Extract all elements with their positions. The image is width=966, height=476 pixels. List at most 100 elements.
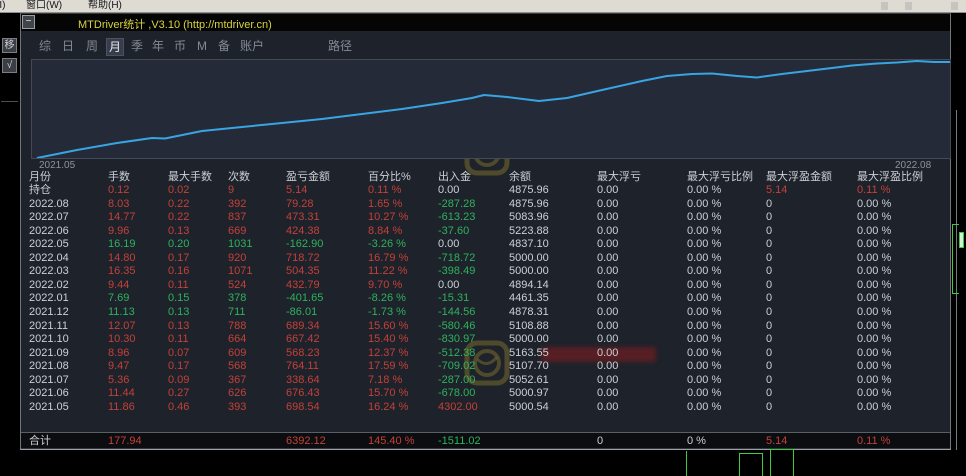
column-header: 出入金 bbox=[438, 171, 471, 184]
table-cell: -287.00 bbox=[438, 374, 475, 387]
table-cell: 718.72 bbox=[286, 252, 320, 265]
table-cell: 9.96 bbox=[108, 225, 129, 238]
table-cell: 0.00 bbox=[597, 265, 618, 278]
table-cell: 4875.96 bbox=[509, 198, 549, 211]
toolbar-ghost-icon bbox=[951, 2, 958, 10]
table-cell: 0.00 bbox=[597, 252, 618, 265]
table-cell: 0 bbox=[597, 435, 603, 448]
table-cell: 5000.00 bbox=[509, 333, 549, 346]
table-cell: 0 bbox=[766, 198, 772, 211]
table-cell: 1.65 % bbox=[368, 198, 402, 211]
table-cell: 0.00 bbox=[597, 360, 618, 373]
table-cell: 合计 bbox=[29, 435, 51, 448]
table-cell: 4875.96 bbox=[509, 184, 549, 197]
table-cell: 0.00 bbox=[438, 184, 459, 197]
table-cell: 2022.08 bbox=[29, 198, 69, 211]
menu-item-window[interactable]: 窗口(W) bbox=[26, 0, 62, 12]
table-cell: -8.26 % bbox=[368, 292, 406, 305]
table-row-2021.05[interactable]: 2021.0511.860.46393698.5416.24 %4302.005… bbox=[21, 401, 950, 414]
toolbar-ghost-icon bbox=[905, 2, 912, 10]
table-row-2021.11[interactable]: 2021.1112.070.13788689.3415.60 %-580.465… bbox=[21, 320, 950, 333]
table-cell: 0.00 % bbox=[687, 320, 721, 333]
table-row-2021.08[interactable]: 2021.089.470.17568764.1117.59 %-709.0251… bbox=[21, 360, 950, 373]
table-cell: -678.00 bbox=[438, 387, 475, 400]
table-cell: 0.17 bbox=[168, 252, 189, 265]
table-cell: 0 bbox=[766, 292, 772, 305]
table-row-持仓[interactable]: 持仓0.120.0295.140.11 %0.004875.960.000.00… bbox=[21, 184, 950, 197]
table-row-2021.06[interactable]: 2021.0611.440.27626676.4315.70 %-678.005… bbox=[21, 387, 950, 400]
table-row-2022.01[interactable]: 2022.017.690.15378-401.65-8.26 %-15.3144… bbox=[21, 292, 950, 305]
mtdriver-stats-window: − MTDriver统计 ,V3.10 (http://mtdriver.cn)… bbox=[20, 13, 951, 450]
table-cell: 0.00 % bbox=[857, 347, 891, 360]
table-cell: 689.34 bbox=[286, 320, 320, 333]
table-row-2021.07[interactable]: 2021.075.360.09367338.647.18 %-287.00505… bbox=[21, 374, 950, 387]
table-cell: 0.00 % bbox=[687, 333, 721, 346]
menu-item-partial[interactable]: (I) bbox=[0, 0, 5, 12]
menu-item-help[interactable]: 帮助(H) bbox=[88, 0, 122, 12]
table-row-2022.08[interactable]: 2022.088.030.2239279.281.65 %-287.284875… bbox=[21, 198, 950, 211]
table-row-2022.05[interactable]: 2022.0516.190.201031-162.90-3.26 %0.0048… bbox=[21, 238, 950, 251]
table-cell: 626 bbox=[228, 387, 246, 400]
table-cell: 0 bbox=[766, 225, 772, 238]
table-cell: 5052.61 bbox=[509, 374, 549, 387]
table-cell: 0.11 bbox=[168, 333, 189, 346]
table-cell: 0.00 % bbox=[857, 360, 891, 373]
table-cell: 920 bbox=[228, 252, 246, 265]
table-cell: 0.00 % bbox=[857, 374, 891, 387]
column-header: 最大浮亏 bbox=[597, 171, 641, 184]
table-cell: 16.35 bbox=[108, 265, 136, 278]
table-cell: 0.02 bbox=[168, 184, 189, 197]
table-row-2022.04[interactable]: 2022.0414.800.17920718.7216.79 %-718.725… bbox=[21, 252, 950, 265]
table-cell: 2022.02 bbox=[29, 279, 69, 292]
table-cell: 0.11 bbox=[168, 279, 189, 292]
table-cell: 0.00 bbox=[597, 292, 618, 305]
column-header: 余额 bbox=[509, 171, 531, 184]
table-cell: 0 bbox=[766, 320, 772, 333]
table-cell: 0.00 bbox=[597, 211, 618, 224]
table-cell: 0.00 % bbox=[687, 401, 721, 414]
table-cell: 0.00 % bbox=[687, 225, 721, 238]
column-header: 盈亏金额 bbox=[286, 171, 330, 184]
column-header: 月份 bbox=[29, 171, 51, 184]
table-row-2022.03[interactable]: 2022.0316.350.161071504.3511.22 %-398.49… bbox=[21, 265, 950, 278]
table-cell: 0 bbox=[766, 279, 772, 292]
table-cell: 0.11 % bbox=[857, 435, 890, 448]
table-cell: 378 bbox=[228, 292, 246, 305]
table-cell: 145.40 % bbox=[368, 435, 414, 448]
column-header: 最大浮盈金额 bbox=[766, 171, 832, 184]
table-row-2022.06[interactable]: 2022.069.960.13669424.388.84 %-37.605223… bbox=[21, 225, 950, 238]
table-cell: 持仓 bbox=[29, 184, 51, 197]
table-row-2022.07[interactable]: 2022.0714.770.22837473.3110.27 %-613.235… bbox=[21, 211, 950, 224]
table-row-2021.12[interactable]: 2021.1211.130.13711-86.01-1.73 %-144.564… bbox=[21, 306, 950, 319]
table-cell: -287.28 bbox=[438, 198, 475, 211]
move-tool-button[interactable]: 移 bbox=[2, 38, 17, 53]
table-cell: -1.73 % bbox=[368, 306, 406, 319]
table-cell: 0.00 % bbox=[687, 265, 721, 278]
table-row-2021.10[interactable]: 2021.1010.300.11664667.4215.40 %-830.975… bbox=[21, 333, 950, 346]
table-row-2021.09[interactable]: 2021.098.960.07609568.2312.37 %-512.3851… bbox=[21, 347, 950, 360]
table-cell: 2022.01 bbox=[29, 292, 69, 305]
table-cell: 0.00 bbox=[438, 238, 459, 251]
table-cell: 568.23 bbox=[286, 347, 320, 360]
table-cell: 4878.31 bbox=[509, 306, 549, 319]
table-cell: 2021.09 bbox=[29, 347, 69, 360]
table-total-row[interactable]: 合计177.946392.12145.40 %-1511.0200 %5.140… bbox=[21, 432, 950, 449]
table-cell: 4302.00 bbox=[438, 401, 478, 414]
column-header: 手数 bbox=[108, 171, 130, 184]
toolbar-ghost-icon bbox=[881, 2, 888, 10]
table-cell: 2022.04 bbox=[29, 252, 69, 265]
table-cell: 5163.55 bbox=[509, 347, 549, 360]
table-cell: 0.00 % bbox=[687, 360, 721, 373]
table-cell: 2021.12 bbox=[29, 306, 69, 319]
table-row-2022.02[interactable]: 2022.029.440.11524432.799.70 %0.004894.1… bbox=[21, 279, 950, 292]
table-cell: 11.44 bbox=[108, 387, 135, 400]
table-cell: 698.54 bbox=[286, 401, 320, 414]
table-cell: 0.12 bbox=[108, 184, 129, 197]
table-cell: 676.43 bbox=[286, 387, 320, 400]
check-tool-button[interactable]: √ bbox=[2, 58, 17, 73]
table-cell: 0.00 % bbox=[687, 252, 721, 265]
table-cell: 10.30 bbox=[108, 333, 136, 346]
background-green-bracket bbox=[952, 224, 953, 294]
table-cell: 0.00 % bbox=[687, 374, 721, 387]
table-cell: 2022.06 bbox=[29, 225, 69, 238]
